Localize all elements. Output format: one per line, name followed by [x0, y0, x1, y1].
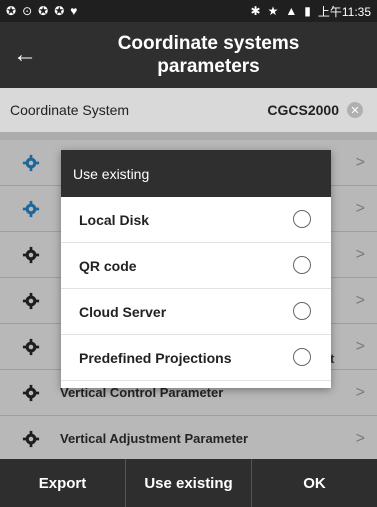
bluetooth-icon: ✱: [250, 4, 261, 18]
notification-icon: ⊙: [22, 4, 33, 18]
use-existing-dialog: Use existing Local Disk QR code Cloud Se…: [61, 150, 331, 388]
export-button[interactable]: Export: [0, 459, 126, 507]
notification-icon: ✪: [6, 4, 17, 18]
option-local-disk[interactable]: Local Disk: [61, 197, 331, 243]
option-label: Cloud Server: [79, 303, 167, 320]
star-icon: ★: [267, 4, 279, 18]
option-label: Local Disk: [79, 211, 150, 228]
back-arrow-icon[interactable]: ←: [10, 40, 40, 70]
radio-button[interactable]: [293, 210, 311, 228]
option-qr-code[interactable]: QR code: [61, 243, 331, 289]
battery-icon: ▮: [304, 4, 311, 18]
status-bar: ✪ ⊙ ✪ ✪ ♥ ✱ ★ ▲ ▮ 上午11:35: [0, 0, 377, 22]
notification-icon: ♥: [70, 4, 78, 18]
coordinate-system-label: Coordinate System: [10, 102, 130, 118]
page-title: Coordinate systems parameters: [117, 33, 300, 77]
status-time: 上午11:35: [317, 4, 371, 19]
notification-icon: ✪: [54, 4, 65, 18]
dialog-title: Use existing: [61, 150, 331, 197]
clear-icon[interactable]: ✕: [347, 102, 363, 118]
option-predefined-projections[interactable]: Predefined Projections: [61, 335, 331, 381]
app-bar: ← Coordinate systems parameters: [0, 22, 377, 88]
radio-button[interactable]: [293, 302, 311, 320]
use-existing-button[interactable]: Use existing: [126, 459, 252, 507]
ok-button[interactable]: OK: [252, 459, 377, 507]
option-label: Predefined Projections: [79, 349, 232, 366]
option-cloud-server[interactable]: Cloud Server: [61, 289, 331, 335]
radio-button[interactable]: [293, 348, 311, 366]
coordinate-system-value: CGCS2000: [267, 102, 339, 118]
coordinate-system-row[interactable]: Coordinate System CGCS2000 ✕: [0, 88, 377, 132]
signal-icon: ▲: [285, 4, 298, 18]
bottom-toolbar: Export Use existing OK: [0, 459, 377, 507]
status-notification-icons: ✪ ⊙ ✪ ✪ ♥: [6, 4, 77, 18]
status-system-icons: ✱ ★ ▲ ▮ 上午11:35: [251, 3, 371, 20]
option-label: QR code: [79, 257, 137, 274]
notification-icon: ✪: [38, 4, 49, 18]
radio-button[interactable]: [293, 256, 311, 274]
